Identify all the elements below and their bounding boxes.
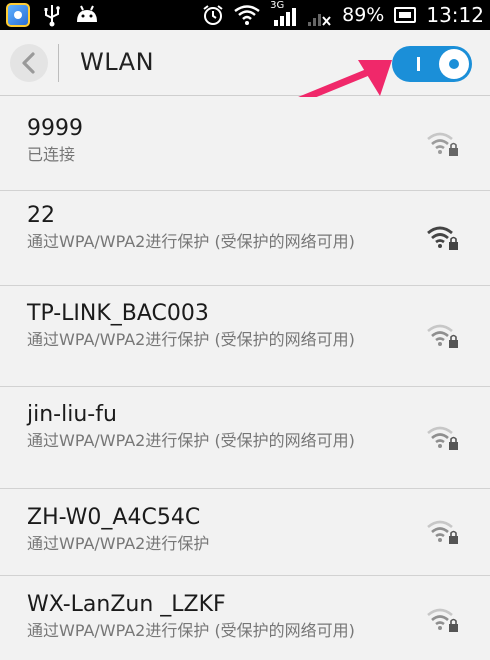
- network-status: 已连接: [27, 145, 76, 164]
- wifi-lock-icon: [427, 608, 458, 632]
- network-ssid: jin-liu-fu: [27, 402, 117, 427]
- status-bar-right: 3G 89% 13:12: [202, 0, 484, 30]
- app-icon: [6, 3, 30, 27]
- title-bar: WLAN: [0, 30, 490, 96]
- network-item[interactable]: ZH-W0_A4C54C 通过WPA/WPA2进行保护: [0, 489, 490, 576]
- wifi-lock-icon: [427, 132, 458, 156]
- network-status: 通过WPA/WPA2进行保护: [27, 534, 210, 553]
- battery-percent: 89%: [342, 4, 385, 26]
- network-status: 通过WPA/WPA2进行保护 (受保护的网络可用): [27, 330, 355, 349]
- wifi-icon: [234, 5, 260, 25]
- signal-indicator: 3G: [270, 0, 297, 28]
- wifi-lock-icon: [427, 426, 458, 450]
- signal-icon: [274, 8, 297, 26]
- usb-icon: [44, 5, 60, 27]
- wifi-network-list: 9999 已连接 22 通过WPA/WPA2进行保护 (受保护的网络可用) TP…: [0, 97, 490, 660]
- toggle-on-mark: [417, 57, 420, 71]
- network-ssid: WX-LanZun _LZKF: [27, 592, 226, 617]
- no-signal-icon: [308, 14, 331, 26]
- alarm-icon: [203, 5, 223, 25]
- network-item[interactable]: 22 通过WPA/WPA2进行保护 (受保护的网络可用): [0, 191, 490, 286]
- clock: 13:12: [426, 3, 484, 27]
- chevron-left-icon: [22, 52, 35, 74]
- network-item[interactable]: WX-LanZun _LZKF 通过WPA/WPA2进行保护 (受保护的网络可用…: [0, 576, 490, 660]
- toggle-knob: [439, 49, 469, 79]
- status-bar-left: [6, 3, 100, 27]
- wifi-lock-icon: [427, 520, 458, 544]
- battery-icon: [394, 7, 417, 23]
- network-status: 通过WPA/WPA2进行保护 (受保护的网络可用): [27, 621, 355, 640]
- android-icon: [77, 5, 97, 22]
- network-item[interactable]: jin-liu-fu 通过WPA/WPA2进行保护 (受保护的网络可用): [0, 387, 490, 489]
- title-divider: [58, 44, 59, 82]
- network-item[interactable]: 9999 已连接: [0, 97, 490, 191]
- network-ssid: 9999: [27, 116, 83, 141]
- network-status: 通过WPA/WPA2进行保护 (受保护的网络可用): [27, 431, 355, 450]
- network-ssid: ZH-W0_A4C54C: [27, 505, 201, 530]
- network-ssid: TP-LINK_BAC003: [27, 301, 209, 326]
- network-ssid: 22: [27, 203, 55, 228]
- network-status: 通过WPA/WPA2进行保护 (受保护的网络可用): [27, 232, 355, 251]
- network-item[interactable]: TP-LINK_BAC003 通过WPA/WPA2进行保护 (受保护的网络可用): [0, 286, 490, 387]
- status-bar: 3G 89% 13:12: [0, 0, 490, 30]
- wifi-lock-icon: [427, 226, 458, 250]
- back-button[interactable]: [10, 44, 48, 82]
- wifi-lock-icon: [427, 324, 458, 348]
- page-title: WLAN: [80, 48, 155, 76]
